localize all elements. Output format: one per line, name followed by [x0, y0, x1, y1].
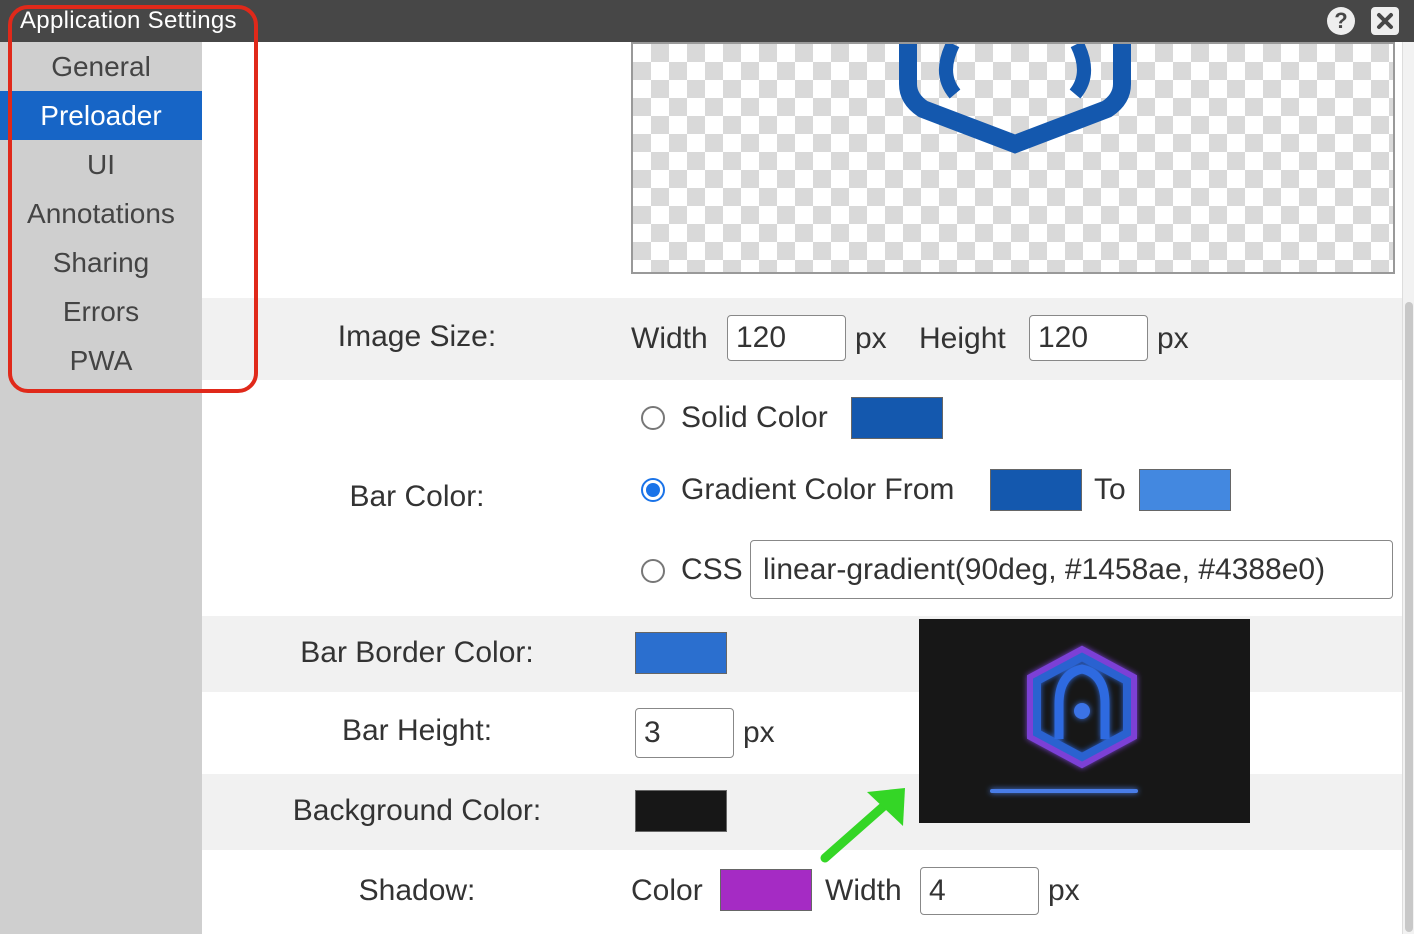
gradient-from-swatch[interactable] [990, 469, 1082, 511]
logo-icon [899, 44, 1131, 154]
bar-color-label: Bar Color: [349, 480, 485, 513]
scrollbar-thumb[interactable] [1405, 302, 1413, 932]
background-color-swatch[interactable] [635, 790, 727, 832]
title-bar: Application Settings ? [0, 0, 1414, 42]
gradient-color-radio[interactable] [641, 478, 665, 502]
solid-color-swatch[interactable] [851, 397, 943, 439]
image-width-input[interactable]: 120 [727, 315, 846, 361]
gradient-from-label: Gradient Color From [681, 473, 955, 506]
sidebar-item-pwa[interactable]: PWA [0, 336, 202, 385]
shadow-width-unit: px [1048, 874, 1080, 907]
preloader-logo-icon [990, 645, 1138, 793]
shadow-width-input[interactable]: 4 [920, 867, 1039, 915]
shadow-color-label: Color [631, 874, 703, 907]
window-title: Application Settings [20, 7, 237, 34]
image-height-input[interactable]: 120 [1029, 315, 1148, 361]
css-gradient-input[interactable]: linear-gradient(90deg, #1458ae, #4388e0) [750, 540, 1393, 599]
gradient-to-swatch[interactable] [1139, 469, 1231, 511]
image-height-unit: px [1157, 322, 1189, 355]
bar-height-unit: px [743, 716, 775, 749]
close-button[interactable] [1371, 7, 1399, 35]
css-radio[interactable] [641, 559, 665, 583]
close-icon [1377, 13, 1393, 29]
preloader-image-preview [631, 42, 1395, 274]
solid-color-radio[interactable] [641, 406, 665, 430]
sidebar-item-ui[interactable]: UI [0, 140, 202, 189]
solid-color-label: Solid Color [681, 401, 828, 434]
sidebar-item-sharing[interactable]: Sharing [0, 238, 202, 287]
background-color-label: Background Color: [292, 794, 542, 827]
image-width-unit: px [855, 322, 887, 355]
bar-border-color-swatch[interactable] [635, 632, 727, 674]
help-button[interactable]: ? [1327, 7, 1355, 35]
preloader-live-preview [919, 619, 1250, 823]
image-height-label: Height [919, 322, 1006, 355]
sidebar-item-annotations[interactable]: Annotations [0, 189, 202, 238]
bar-height-input[interactable]: 3 [635, 708, 734, 758]
image-width-label: Width [631, 322, 708, 355]
sidebar-item-preloader[interactable]: Preloader [0, 91, 202, 140]
image-size-label: Image Size: [337, 320, 497, 353]
shadow-color-swatch[interactable] [720, 869, 812, 911]
shadow-label: Shadow: [358, 874, 476, 907]
sidebar-item-errors[interactable]: Errors [0, 287, 202, 336]
content-scrollbar[interactable] [1402, 42, 1414, 934]
sidebar-item-general[interactable]: General [0, 42, 202, 91]
question-icon: ? [1334, 8, 1348, 33]
css-label: CSS [681, 553, 743, 586]
green-arrow-icon [820, 788, 905, 863]
gradient-to-label: To [1094, 473, 1126, 506]
bar-height-label: Bar Height: [341, 714, 493, 747]
shadow-width-label: Width [825, 874, 902, 907]
bar-border-color-label: Bar Border Color: [300, 636, 534, 669]
settings-sidebar: General Preloader UI Annotations Sharing… [0, 42, 202, 934]
